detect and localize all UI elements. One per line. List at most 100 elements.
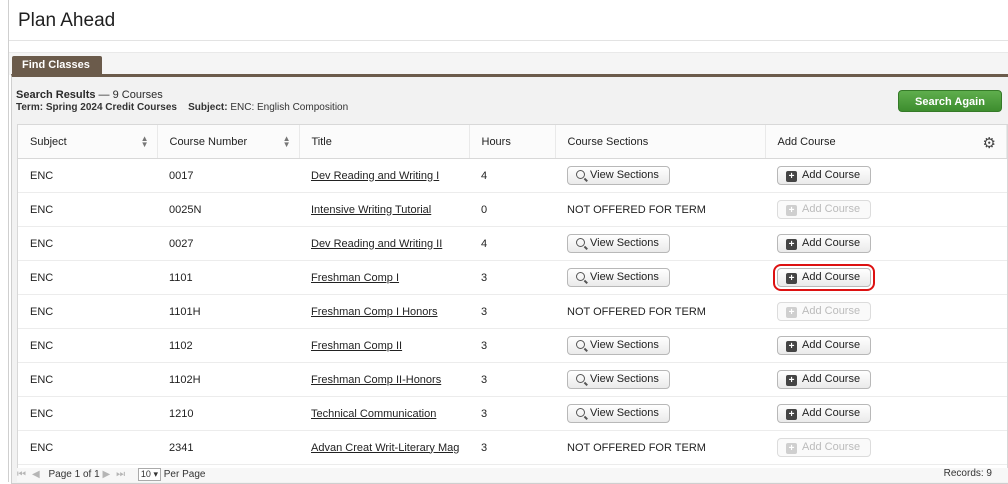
table-row: ENC 1102H Freshman Comp II-Honors 3 View Sec… xyxy=(18,362,1007,397)
view-sections-button[interactable]: View Sections xyxy=(567,404,670,423)
cell-hours: 0 xyxy=(469,192,555,227)
add-course-button[interactable]: + Add Course xyxy=(777,336,872,355)
plus-icon: + xyxy=(786,375,797,386)
cell-hours: 3 xyxy=(469,430,555,465)
cell-add-course: + Add Course xyxy=(765,192,1007,227)
course-title-link[interactable]: Freshman Comp II-Honors xyxy=(311,374,441,386)
next-page-icon[interactable]: ▶ xyxy=(102,469,110,480)
gear-icon[interactable]: ⚙ xyxy=(983,134,996,152)
cell-course-number: 0025N xyxy=(157,192,299,227)
cell-title: Technical Communication xyxy=(299,396,469,431)
cell-subject: ENC xyxy=(18,430,157,465)
per-page-select[interactable]: 10 ▾ xyxy=(137,468,161,481)
cell-course-number: 1101 xyxy=(157,260,299,295)
header-course-sections: Course Sections xyxy=(555,125,766,159)
cell-title: Dev Reading and Writing II xyxy=(299,226,469,261)
tab-find-classes[interactable]: Find Classes xyxy=(12,56,102,74)
cell-hours: 4 xyxy=(469,158,555,193)
cell-course-number: 0027 xyxy=(157,226,299,261)
add-course-button[interactable]: + Add Course xyxy=(777,404,872,423)
add-course-button: + Add Course xyxy=(777,302,872,321)
cell-course-sections: View Sections xyxy=(555,260,765,295)
course-title-link[interactable]: Advan Creat Writ-Literary Mag xyxy=(311,442,459,454)
cell-add-course: + Add Course xyxy=(765,396,1007,431)
results-table: Subject ▲ ▼ Course Number ▲ ▼ Title Hours Co… xyxy=(18,125,1007,465)
add-course-button[interactable]: + Add Course xyxy=(777,166,872,185)
prev-page-icon[interactable]: ◀ xyxy=(32,469,40,480)
course-title-link[interactable]: Dev Reading and Writing II xyxy=(311,238,442,250)
course-title-link[interactable]: Dev Reading and Writing I xyxy=(311,170,439,182)
add-course-button: + Add Course xyxy=(777,200,872,219)
cell-add-course: + Add Course xyxy=(765,362,1007,397)
subject-value: ENC: English Composition xyxy=(227,102,349,113)
add-course-button: + Add Course xyxy=(777,438,872,457)
results-grid: Subject ▲ ▼ Course Number ▲ ▼ Title Hours Co… xyxy=(17,124,1008,482)
plus-icon: + xyxy=(786,409,797,420)
header-title[interactable]: Title xyxy=(299,125,470,159)
sort-icon[interactable]: ▲ ▼ xyxy=(141,135,149,149)
add-course-button[interactable]: + Add Course xyxy=(777,234,872,253)
table-row: ENC 2341 Advan Creat Writ-Literary Mag 3 NOT… xyxy=(18,430,1007,465)
cell-title: Freshman Comp II-Honors xyxy=(299,362,469,397)
cell-hours: 4 xyxy=(469,226,555,261)
course-title-link[interactable]: Freshman Comp I Honors xyxy=(311,306,438,318)
cell-title: Freshman Comp I Honors xyxy=(299,294,469,329)
cell-title: Advan Creat Writ-Literary Mag xyxy=(299,430,469,465)
cell-course-number: 1101H xyxy=(157,294,299,329)
header-subject[interactable]: Subject ▲ ▼ xyxy=(18,125,158,159)
table-row: ENC 0027 Dev Reading and Writing II 4 View S… xyxy=(18,226,1007,261)
cell-course-number: 1210 xyxy=(157,396,299,431)
search-icon xyxy=(576,170,585,179)
cell-course-number: 1102 xyxy=(157,328,299,363)
header-course-number[interactable]: Course Number ▲ ▼ xyxy=(157,125,300,159)
cell-course-sections: View Sections xyxy=(555,396,765,431)
sort-icon[interactable]: ▲ ▼ xyxy=(283,135,291,149)
cell-add-course: + Add Course xyxy=(765,328,1007,363)
table-row: ENC 1101H Freshman Comp I Honors 3 NOT OFFER… xyxy=(18,294,1007,329)
view-sections-button[interactable]: View Sections xyxy=(567,166,670,185)
cell-hours: 3 xyxy=(469,294,555,329)
cell-add-course: + Add Course xyxy=(765,294,1007,329)
table-row: ENC 0017 Dev Reading and Writing I 4 View Se… xyxy=(18,158,1007,193)
cell-subject: ENC xyxy=(18,294,157,329)
search-icon xyxy=(576,408,585,417)
add-course-button[interactable]: + Add Course xyxy=(772,264,876,291)
first-page-icon[interactable]: ⏮ xyxy=(17,469,26,480)
add-course-button[interactable]: + Add Course xyxy=(777,370,872,389)
page-current[interactable]: 1 xyxy=(75,469,81,480)
search-again-button[interactable]: Search Again xyxy=(898,90,1002,112)
cell-subject: ENC xyxy=(18,158,157,193)
not-offered-label: NOT OFFERED FOR TERM xyxy=(567,441,706,454)
search-icon xyxy=(576,374,585,383)
plus-icon: + xyxy=(786,273,797,284)
view-sections-button[interactable]: View Sections xyxy=(567,234,670,253)
course-title-link[interactable]: Freshman Comp II xyxy=(311,340,402,352)
header-hours: Hours xyxy=(469,125,556,159)
cell-add-course: + Add Course xyxy=(765,430,1007,465)
table-row: ENC 1101 Freshman Comp I 3 View Sections + Add… xyxy=(18,260,1007,295)
cell-course-number: 1102H xyxy=(157,362,299,397)
term-label: Term: Spring 2024 Credit Courses xyxy=(16,102,177,113)
cell-hours: 3 xyxy=(469,362,555,397)
page-title: Plan Ahead xyxy=(18,10,116,31)
table-row: ENC 1102 Freshman Comp II 3 View Sections + Ad… xyxy=(18,328,1007,363)
course-title-link[interactable]: Intensive Writing Tutorial xyxy=(311,204,431,216)
cell-title: Intensive Writing Tutorial xyxy=(299,192,469,227)
search-icon xyxy=(576,340,585,349)
cell-title: Freshman Comp I xyxy=(299,260,469,295)
table-header-row: Subject ▲ ▼ Course Number ▲ ▼ Title Hours Co… xyxy=(18,125,1007,159)
cell-course-sections: NOT OFFERED FOR TERM xyxy=(555,430,765,465)
course-title-link[interactable]: Freshman Comp I xyxy=(311,272,399,284)
cell-subject: ENC xyxy=(18,328,157,363)
plus-icon: + xyxy=(786,341,797,352)
cell-hours: 3 xyxy=(469,260,555,295)
view-sections-button[interactable]: View Sections xyxy=(567,336,670,355)
search-icon xyxy=(576,238,585,247)
course-count: — 9 Courses xyxy=(95,89,163,101)
view-sections-button[interactable]: View Sections xyxy=(567,370,670,389)
last-page-icon[interactable]: ⏭ xyxy=(116,469,125,480)
cell-hours: 3 xyxy=(469,396,555,431)
view-sections-button[interactable]: View Sections xyxy=(567,268,670,287)
cell-subject: ENC xyxy=(18,362,157,397)
course-title-link[interactable]: Technical Communication xyxy=(311,408,436,420)
